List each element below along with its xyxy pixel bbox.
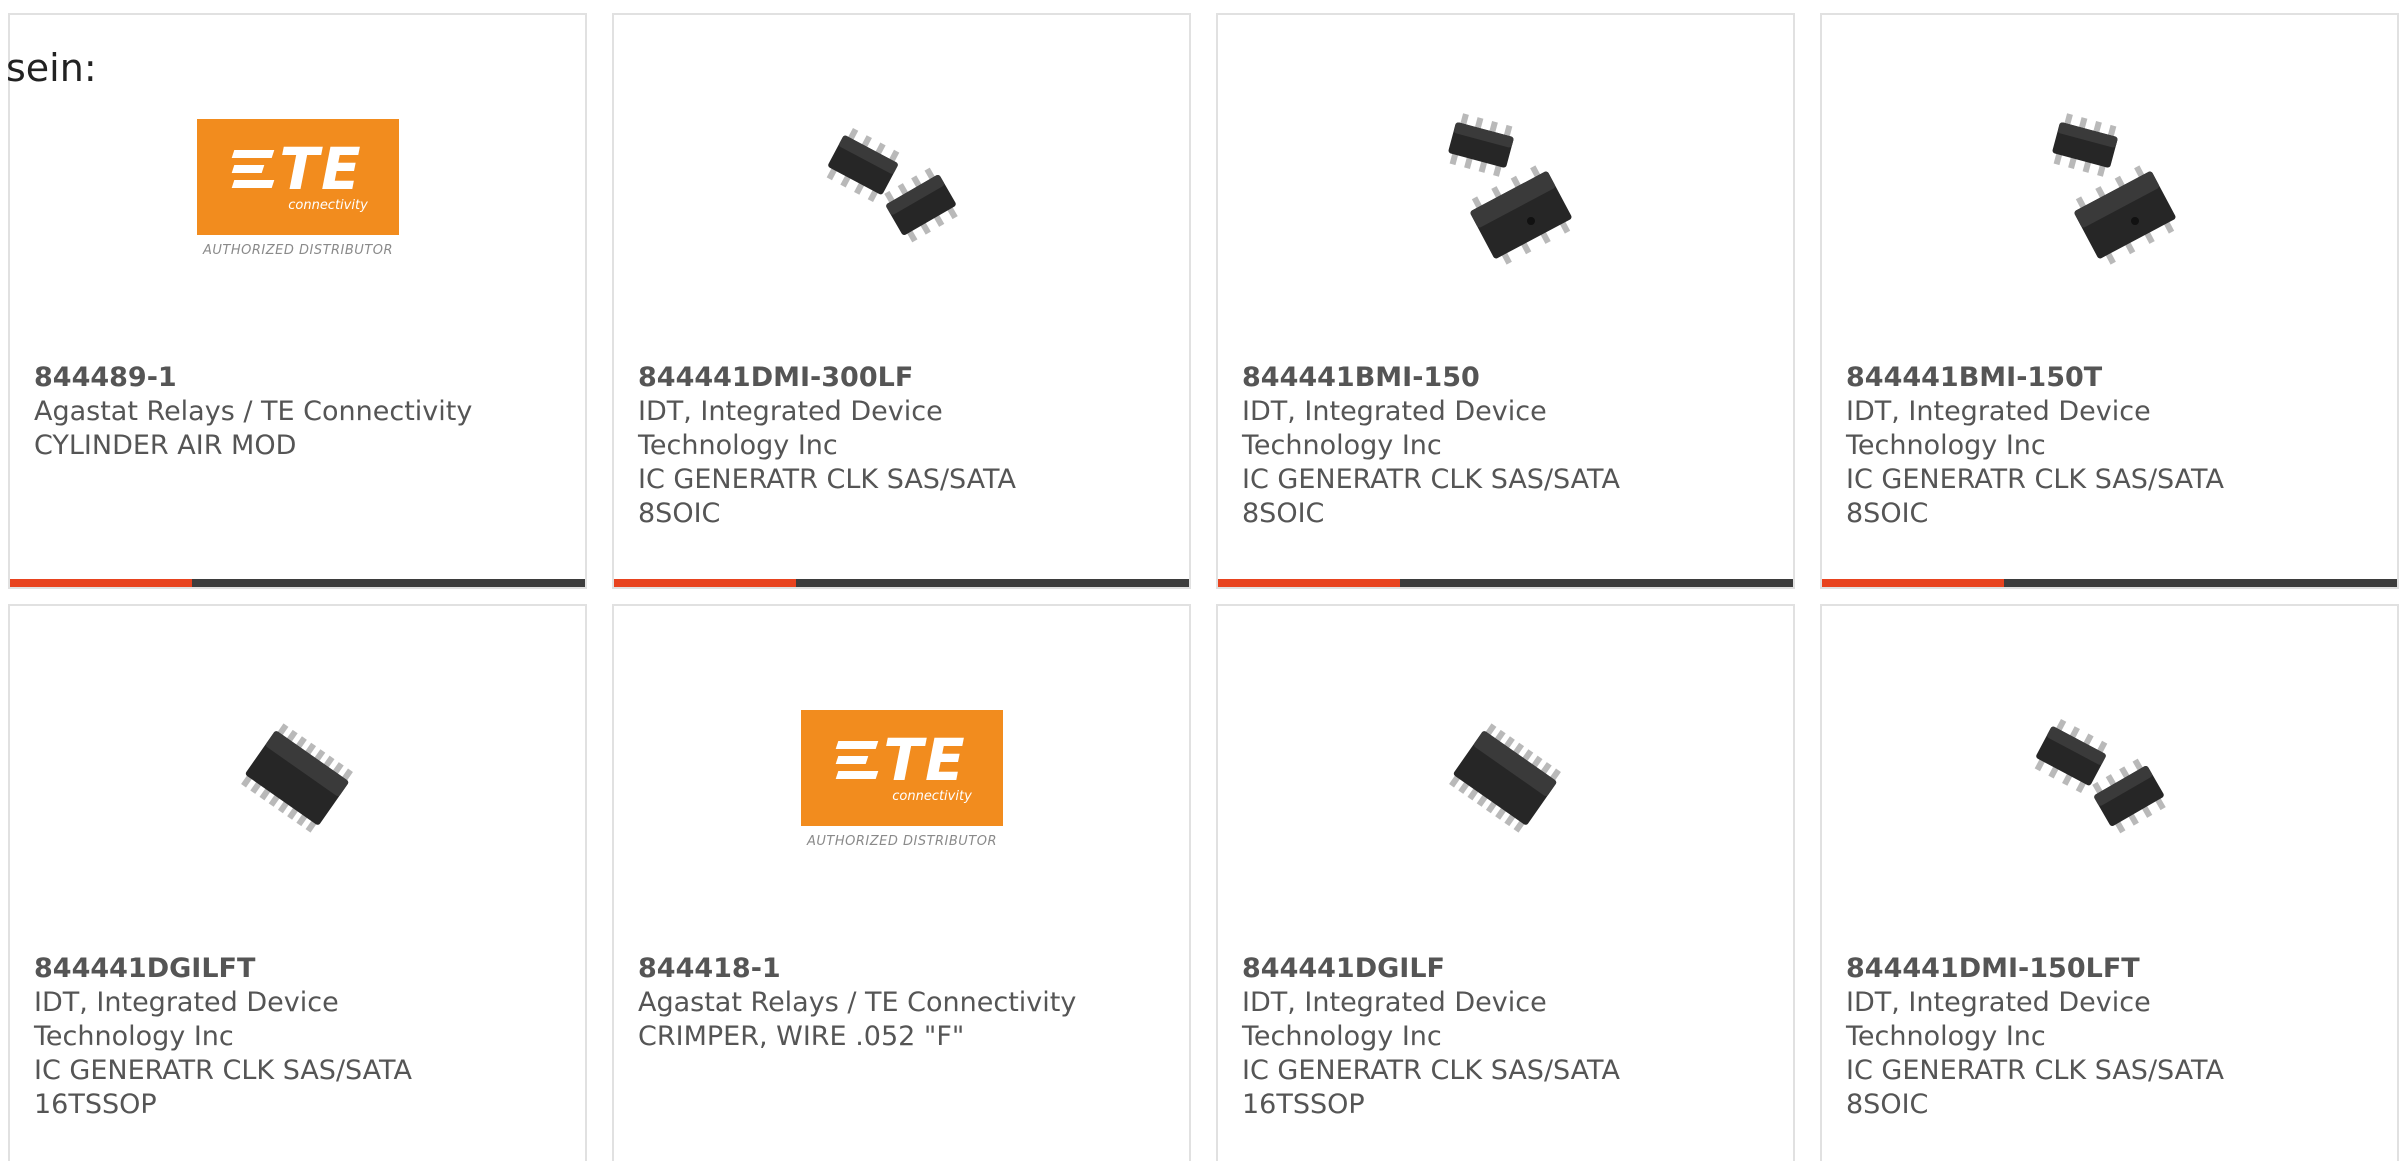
card-bottom-bar <box>10 579 585 587</box>
product-part-number[interactable]: 844441DMI-300LF <box>638 361 1078 395</box>
te-logo-tag: AUTHORIZED DISTRIBUTOR <box>806 833 998 849</box>
product-manufacturer: Agastat Relays / TE Connectivity <box>638 987 1077 1018</box>
product-manufacturer: IDT, Integrated Device Technology Inc <box>1242 396 1547 461</box>
product-manufacturer: IDT, Integrated Device Technology Inc <box>638 396 943 461</box>
te-logo-sub: connectivity <box>892 789 972 804</box>
product-image-soic8[interactable] <box>2009 678 2211 880</box>
te-logo-mark: TE <box>232 135 363 203</box>
product-info: 844441BMI-150 IDT, Integrated Device Tec… <box>1242 361 1682 531</box>
product-card[interactable]: 844441DGILFT IDT, Integrated Device Tech… <box>8 604 587 1161</box>
soic8-chip-stack-icon <box>2052 113 2176 265</box>
product-manufacturer: IDT, Integrated Device Technology Inc <box>1242 987 1547 1052</box>
product-manufacturer: IDT, Integrated Device Technology Inc <box>1846 987 2151 1052</box>
product-description: CRIMPER, WIRE .052 "F" <box>638 1021 965 1052</box>
product-image-soic8[interactable] <box>801 87 1003 289</box>
product-card[interactable]: TE connectivity AUTHORIZED DISTRIBUTOR 844… <box>612 604 1191 1161</box>
product-info: 844441DMI-300LF IDT, Integrated Device T… <box>638 361 1078 531</box>
product-info: 844441DMI-150LFT IDT, Integrated Device … <box>1846 952 2286 1122</box>
card-bottom-bar <box>1218 579 1793 587</box>
product-description: IC GENERATR CLK SAS/SATA 8SOIC <box>1846 1055 2224 1120</box>
tssop16-chip-icon <box>1449 723 1561 833</box>
card-accent-bar <box>614 579 796 587</box>
product-card[interactable]: 844441BMI-150 IDT, Integrated Device Tec… <box>1216 13 1795 589</box>
card-accent-bar <box>1822 579 2004 587</box>
product-info: 844441DGILFT IDT, Integrated Device Tech… <box>34 952 474 1122</box>
te-logo-brand: TE <box>883 726 967 794</box>
page: sein: TE connectivity AUTHORIZED DISTRIBUT… <box>0 0 2400 1161</box>
card-accent-bar <box>10 579 192 587</box>
product-image-te-logo[interactable]: TE connectivity AUTHORIZED DISTRIBUTOR <box>801 678 1003 880</box>
product-part-number[interactable]: 844441DGILF <box>1242 952 1682 986</box>
product-part-number[interactable]: 844418-1 <box>638 952 1078 986</box>
product-grid: TE connectivity AUTHORIZED DISTRIBUTOR 844… <box>0 0 2400 1161</box>
product-description: IC GENERATR CLK SAS/SATA 8SOIC <box>1846 464 2224 529</box>
product-part-number[interactable]: 844441BMI-150 <box>1242 361 1682 395</box>
product-card[interactable]: 844441DGILF IDT, Integrated Device Techn… <box>1216 604 1795 1161</box>
te-logo-tag: AUTHORIZED DISTRIBUTOR <box>202 242 394 258</box>
soic8-chip-pair-icon <box>2034 718 2166 834</box>
te-logo-lines <box>836 741 879 779</box>
product-card[interactable]: TE connectivity AUTHORIZED DISTRIBUTOR 844… <box>8 13 587 589</box>
product-description: IC GENERATR CLK SAS/SATA 16TSSOP <box>34 1055 412 1120</box>
te-logo-box: TE connectivity <box>197 118 399 235</box>
product-description: IC GENERATR CLK SAS/SATA 8SOIC <box>1242 464 1620 529</box>
product-image-tssop16[interactable] <box>1405 678 1607 880</box>
tssop16-chip-icon <box>241 723 353 833</box>
product-description: CYLINDER AIR MOD <box>34 430 297 461</box>
te-logo: TE connectivity AUTHORIZED DISTRIBUTOR <box>197 118 399 258</box>
product-info: 844418-1 Agastat Relays / TE Connectivit… <box>638 952 1078 1054</box>
product-image-soic8[interactable] <box>2009 87 2211 289</box>
te-logo-lines <box>232 150 275 188</box>
product-manufacturer: IDT, Integrated Device Technology Inc <box>1846 396 2151 461</box>
product-info: 844441BMI-150T IDT, Integrated Device Te… <box>1846 361 2286 531</box>
te-logo-brand: TE <box>279 135 363 203</box>
te-logo-mark: TE <box>836 726 967 794</box>
product-card[interactable]: 844441BMI-150T IDT, Integrated Device Te… <box>1820 13 2399 589</box>
product-manufacturer: IDT, Integrated Device Technology Inc <box>34 987 339 1052</box>
product-description: IC GENERATR CLK SAS/SATA 16TSSOP <box>1242 1055 1620 1120</box>
product-card[interactable]: 844441DMI-150LFT IDT, Integrated Device … <box>1820 604 2399 1161</box>
product-description: IC GENERATR CLK SAS/SATA 8SOIC <box>638 464 1016 529</box>
product-image-soic8[interactable] <box>1405 87 1607 289</box>
product-part-number[interactable]: 844441BMI-150T <box>1846 361 2286 395</box>
product-manufacturer: Agastat Relays / TE Connectivity <box>34 396 473 427</box>
soic8-chip-pair-icon <box>826 127 958 243</box>
product-part-number[interactable]: 844441DMI-150LFT <box>1846 952 2286 986</box>
card-bottom-bar <box>1822 579 2397 587</box>
product-part-number[interactable]: 844441DGILFT <box>34 952 474 986</box>
product-image-te-logo[interactable]: TE connectivity AUTHORIZED DISTRIBUTOR <box>197 87 399 289</box>
product-image-tssop16[interactable] <box>197 678 399 880</box>
product-part-number[interactable]: 844489-1 <box>34 361 474 395</box>
product-info: 844441DGILF IDT, Integrated Device Techn… <box>1242 952 1682 1122</box>
soic8-chip-stack-icon <box>1448 113 1572 265</box>
te-logo-sub: connectivity <box>288 198 368 213</box>
card-accent-bar <box>1218 579 1400 587</box>
product-card[interactable]: 844441DMI-300LF IDT, Integrated Device T… <box>612 13 1191 589</box>
product-info: 844489-1 Agastat Relays / TE Connectivit… <box>34 361 474 463</box>
te-logo-box: TE connectivity <box>801 709 1003 826</box>
intro-text: sein: <box>6 46 97 90</box>
card-bottom-bar <box>614 579 1189 587</box>
te-logo: TE connectivity AUTHORIZED DISTRIBUTOR <box>801 709 1003 849</box>
